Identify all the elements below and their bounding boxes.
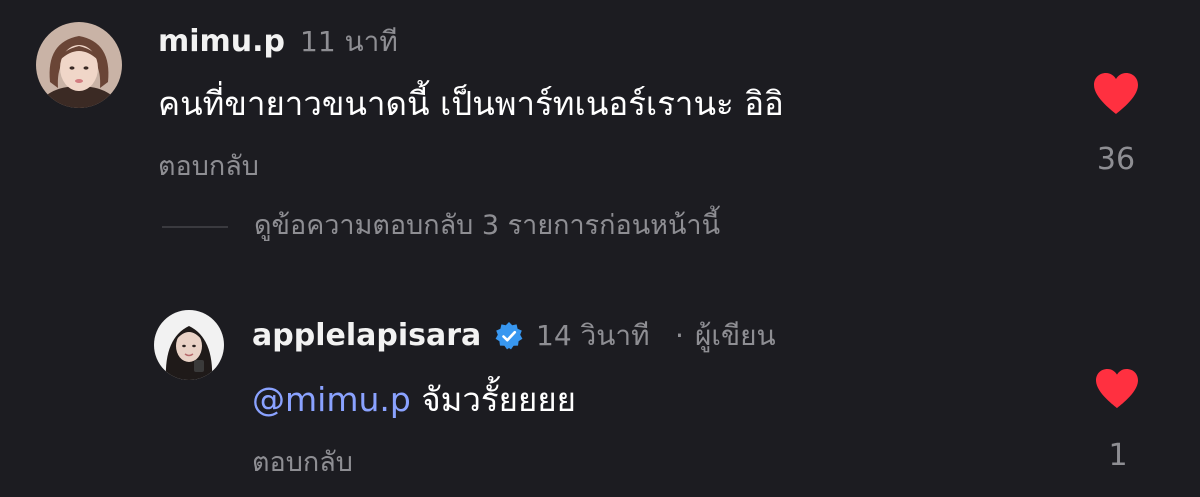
view-previous-replies-button[interactable]: ดูข้อความตอบกลับ 3 รายการก่อนหน้านี้ <box>254 206 720 246</box>
comment2-heart-icon[interactable] <box>1094 368 1140 410</box>
comment1-text: คนที่ขายาวขนาดนี้ เป็นพาร์ทเนอร์เรานะ อิ… <box>158 84 784 123</box>
comment1-like-count: 36 <box>1096 142 1136 177</box>
comment2-like-count: 1 <box>1108 438 1128 473</box>
comment2-mention-link[interactable]: @mimu.p <box>252 380 411 419</box>
comment1-username[interactable]: mimu.p <box>158 22 285 62</box>
avatar-mimu[interactable] <box>36 22 122 108</box>
comment1-heart-icon[interactable] <box>1092 72 1140 116</box>
comment2-author-tag: ผู้เขียน <box>695 319 776 352</box>
verified-badge-icon <box>494 321 524 351</box>
comment1-timestamp: 11 นาที <box>300 25 398 58</box>
comment2-username[interactable]: applelapisara <box>252 316 481 356</box>
comment2-reply-button[interactable]: ตอบกลับ <box>252 443 353 483</box>
comment2-text-line: @mimu.p จัมวรั้ยยยย <box>252 378 576 422</box>
comment2-timestamp: 14 วินาที <box>536 319 650 352</box>
comment2-text: จัมวรั้ยยยย <box>421 380 576 419</box>
comment1-reply-button[interactable]: ตอบกลับ <box>158 147 259 187</box>
avatar-applelapisara[interactable] <box>154 310 224 380</box>
comment2-separator: · <box>675 319 684 352</box>
view-replies-divider <box>162 226 228 228</box>
